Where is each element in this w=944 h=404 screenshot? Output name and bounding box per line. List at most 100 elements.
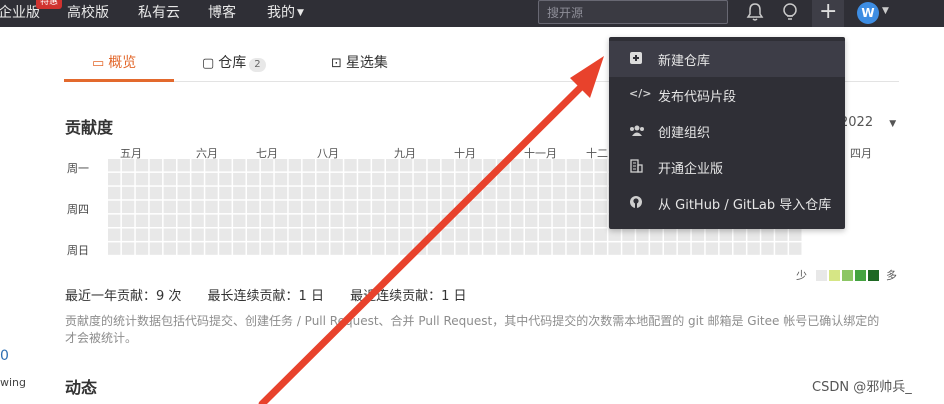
nav-enterprise-label: 企业版 [0,5,40,21]
contribution-cell [538,242,552,255]
contribution-cell [399,242,413,255]
contribution-cell [302,200,315,214]
sidebar-label-fragment: wing [0,376,27,389]
menu-new-repository[interactable]: 新建仓库 [609,41,845,77]
contribution-cell [358,242,371,255]
contribution-cell [163,159,176,172]
contribution-cell [566,159,580,172]
avatar[interactable]: W [857,2,879,24]
contribution-cell [761,228,774,241]
contribution-cell [274,242,288,255]
contribution-cell [733,228,746,241]
contribution-cell [274,214,288,227]
legend-level-0 [816,269,827,281]
chevron-down-icon[interactable]: ▼ [882,6,889,16]
contribution-cell [469,186,482,200]
contribution-cell [344,172,357,186]
contribution-cell [358,214,371,227]
contribution-cell [135,172,149,186]
contribution-cell [316,214,329,227]
contribution-cell [483,159,496,172]
legend-less: 少 [796,269,807,282]
contribution-cell [219,228,232,241]
chevron-down-icon: ▼ [297,8,304,18]
contribution-cell [288,186,302,200]
contribution-cell [622,228,635,241]
year-select[interactable]: 2022 ▼ [840,115,896,130]
search-input[interactable]: 搜开源 [538,0,728,24]
contribution-cell [580,159,593,172]
tab-collections[interactable]: ⊡ 星选集 [331,52,388,72]
contribution-cell [191,200,204,214]
contribution-cell [497,228,510,241]
contribution-cell [108,172,121,186]
legend-level-3 [855,269,866,281]
contribution-cell [413,159,427,172]
nav-blog[interactable]: 博客 [208,2,236,22]
contribution-cell [191,228,204,241]
contribution-cell [552,172,566,186]
contribution-cell [594,242,607,255]
contribution-cell [789,242,802,255]
menu-import-repository[interactable]: 从 GitHub / GitLab 导入仓库 [609,185,845,221]
menu-open-enterprise[interactable]: 开通企业版 [609,149,845,185]
contribution-cell [108,186,121,200]
contribution-cell [177,228,190,241]
contribution-cell [525,159,538,172]
contribution-cell [511,242,524,255]
contribution-cell [274,228,288,241]
contribution-cell [205,172,218,186]
contribution-cell [163,228,176,241]
contribution-cell [636,228,649,241]
plus-square-icon [629,51,643,65]
contribution-cell [372,200,385,214]
contribution-cell [372,186,385,200]
menu-publish-snippet[interactable]: </> 发布代码片段 [609,77,845,113]
contribution-cell [121,159,135,172]
nav-private-cloud[interactable]: 私有云 [138,2,180,22]
contribution-cell [260,159,274,172]
contribution-cell [469,172,482,186]
nav-enterprise[interactable]: 企业版 特惠 [0,0,63,22]
contribution-cell [330,200,343,214]
contribution-cell [497,200,510,214]
contribution-cell [121,228,135,241]
contribution-cell [149,200,163,214]
contribution-cell [358,228,371,241]
contribution-cell [260,186,274,200]
contribution-cell [149,172,163,186]
tab-repositories[interactable]: ▢ 仓库 2 [202,52,266,72]
tab-overview-label: 概览 [108,55,137,71]
contribution-cell [233,200,246,214]
contribution-cell [455,159,468,172]
contribution-cell [594,172,607,186]
top-navbar: 企业版 特惠 高校版 私有云 博客 我的 ▼ 搜开源 + W ▼ [0,0,944,27]
contribution-cell [316,228,329,241]
nav-university[interactable]: 高校版 [67,2,109,22]
nav-mine[interactable]: 我的 ▼ [267,2,304,22]
contribution-cell [455,228,468,241]
contribution-cell [288,242,302,255]
bell-icon[interactable] [746,2,764,27]
contribution-cell [399,159,413,172]
contribution-cell [538,172,552,186]
contribution-cell [469,242,482,255]
contribution-cell [219,172,232,186]
contribution-cell [525,242,538,255]
contribution-cell [552,242,566,255]
contribution-cell [580,186,593,200]
tab-overview[interactable]: ▭ 概览 [92,52,136,72]
contribution-cell [247,172,260,186]
contribution-cell [594,214,607,227]
menu-create-organization[interactable]: 创建组织 [609,113,845,149]
star-collection-icon: ⊡ [331,56,342,71]
create-new-button[interactable]: + [812,0,844,27]
contribution-cell [149,159,163,172]
contribution-cell [121,200,135,214]
contribution-cell [358,159,371,172]
github-icon [629,195,643,209]
contribution-cell [525,172,538,186]
lightbulb-icon[interactable] [781,2,799,27]
contribution-cell [511,186,524,200]
menu-label: 从 GitHub / GitLab 导入仓库 [658,198,832,213]
